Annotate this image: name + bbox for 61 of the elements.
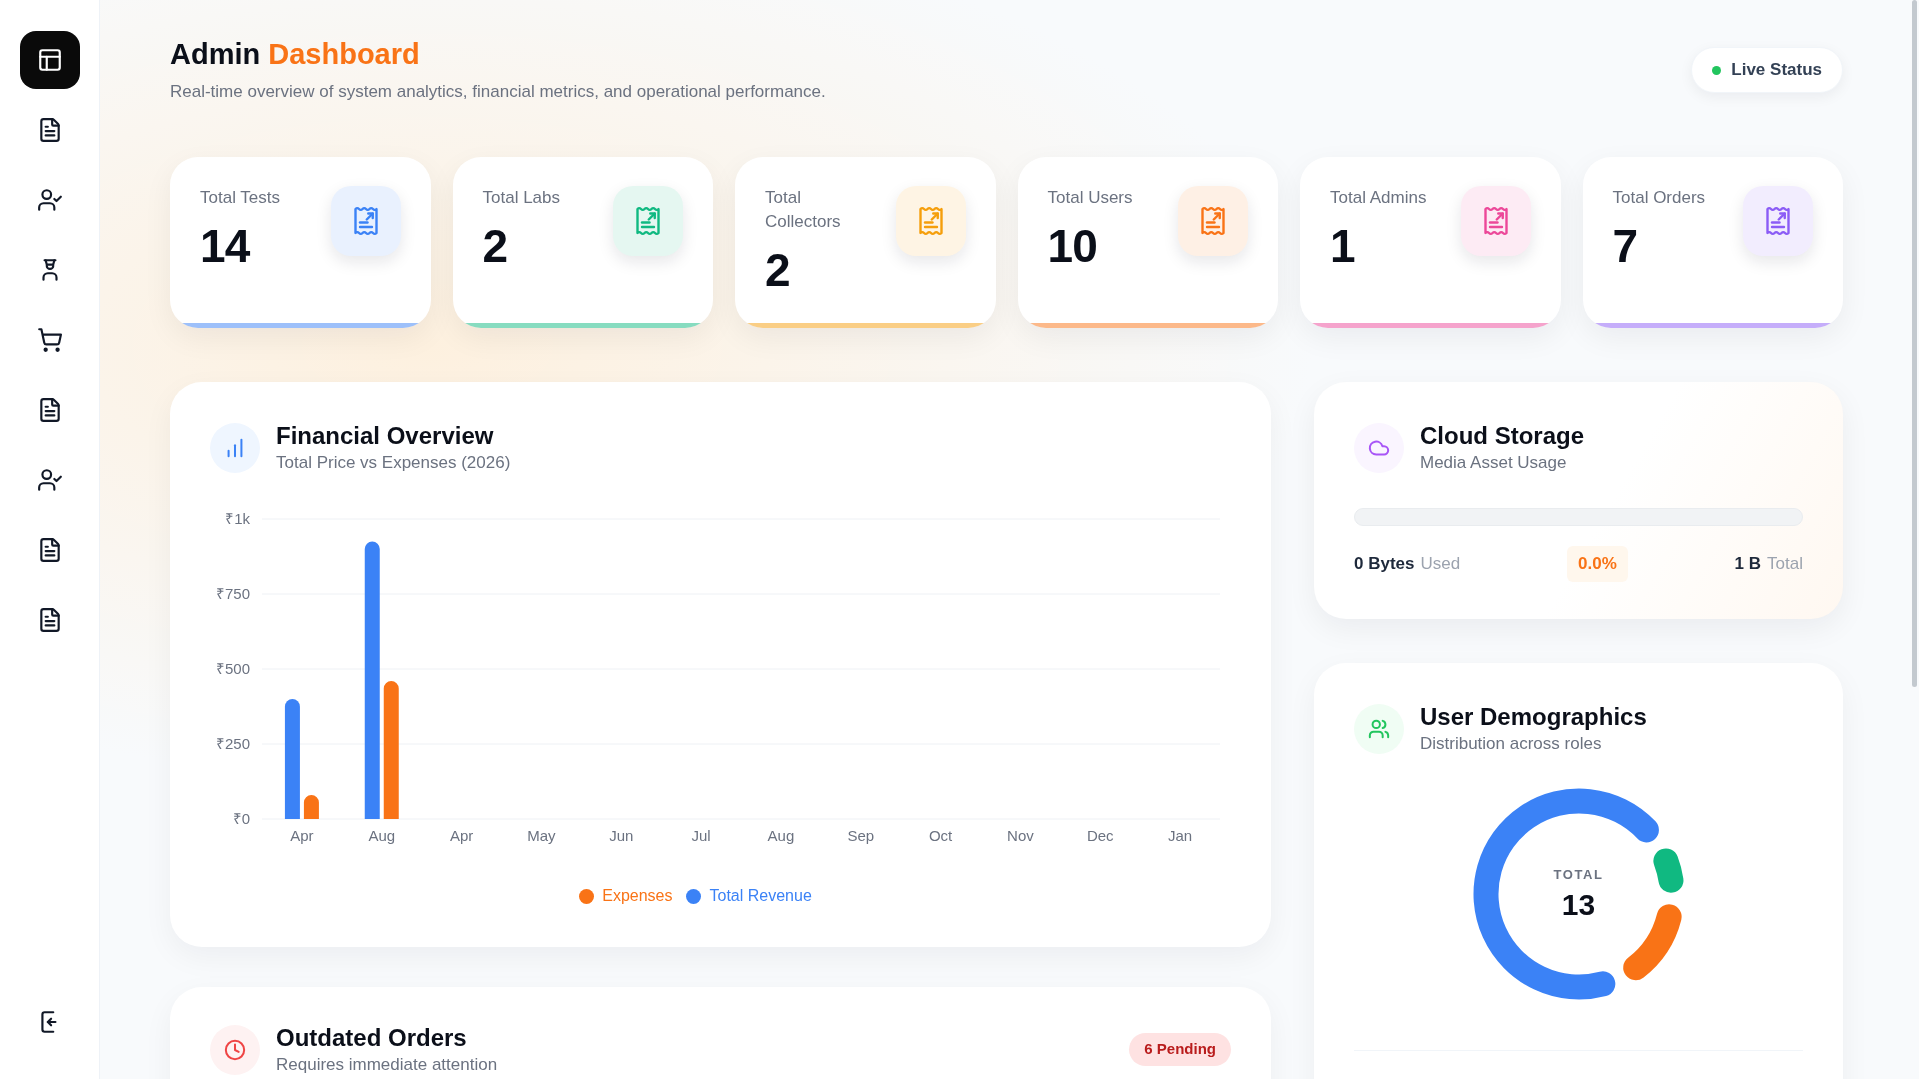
- y-axis-label: ₹500: [215, 660, 250, 677]
- stat-value: 10: [1047, 222, 1098, 270]
- stat-label: Total Labs: [482, 187, 560, 209]
- stat-label: Total Collectors: [765, 187, 842, 233]
- bar-chart-icon: [210, 423, 260, 473]
- cloud-icon: [1354, 423, 1404, 473]
- card-title: Cloud Storage: [1420, 421, 1584, 451]
- storage-total-value: 1 B: [1734, 553, 1762, 575]
- x-axis-label: Jul: [691, 827, 711, 844]
- card-title: Financial Overview: [276, 421, 495, 451]
- storage-used-value: 0 Bytes: [1354, 553, 1415, 575]
- card-title: Outdated Orders: [276, 1023, 468, 1053]
- stat-value: 1: [1330, 222, 1356, 270]
- card-subtitle: Media Asset Usage: [1420, 452, 1568, 474]
- x-axis-label: May: [527, 827, 556, 844]
- stat-label: Total Tests: [200, 187, 280, 209]
- x-axis-label: Aug: [368, 827, 396, 844]
- usage-percentage: 0.0%: [1567, 546, 1628, 582]
- x-axis-label: Apr: [290, 827, 314, 844]
- stat-value: 14: [200, 222, 251, 270]
- donut-center-value: 13: [1561, 888, 1596, 921]
- legend-label: Expenses: [602, 886, 673, 906]
- legend-label: Total Revenue: [709, 886, 812, 906]
- card-title: User Demographics: [1420, 701, 1647, 732]
- card-subtitle: Total Price vs Expenses (2026): [276, 452, 511, 474]
- y-axis-label: ₹250: [215, 735, 250, 752]
- users-icon: [1354, 703, 1404, 754]
- stat-label: Total Admins: [1330, 187, 1427, 209]
- stat-value: 7: [1612, 222, 1639, 270]
- stat-value: 2: [765, 246, 791, 294]
- x-axis-label: Oct: [928, 827, 953, 844]
- x-axis-label: Aug: [767, 827, 795, 844]
- card-subtitle: Distribution across roles: [1420, 732, 1603, 755]
- stat-label: Total Users: [1047, 187, 1133, 209]
- clock-icon: [210, 1025, 260, 1075]
- layout-icon: [36, 47, 63, 73]
- status-label: Live Status: [1731, 59, 1822, 82]
- user-check-icon: [36, 187, 63, 213]
- x-axis-label: Apr: [449, 827, 474, 844]
- chart-bar: [303, 795, 319, 819]
- x-axis-label: Jun: [609, 827, 634, 844]
- x-axis-label: Sep: [847, 827, 875, 844]
- card-subtitle: Requires immediate attention: [276, 1054, 498, 1076]
- storage-total-label: Total: [1767, 553, 1803, 575]
- page-title: Admin Dashboard: [170, 37, 421, 72]
- user-check-icon: [36, 467, 63, 493]
- x-axis-label: Jan: [1168, 827, 1193, 844]
- pending-badge: 6 Pending: [1129, 1033, 1231, 1066]
- y-axis-label: ₹0: [232, 810, 250, 827]
- cart-icon: [36, 327, 63, 353]
- x-axis-label: Dec: [1086, 827, 1114, 844]
- page-subtitle: Real-time overview of system analytics, financial metrics, and operational performance.: [170, 81, 826, 103]
- stat-label: Total Orders: [1612, 187, 1706, 209]
- sidebar-item[interactable]: [19, 31, 80, 89]
- stat-value: 2: [482, 222, 509, 270]
- y-axis-label: ₹1k: [225, 510, 250, 527]
- storage-used-label: Used: [1420, 553, 1461, 575]
- scrollbar-thumb[interactable]: [1912, 0, 1917, 687]
- y-axis-label: ₹750: [215, 585, 250, 602]
- x-axis-label: Nov: [1007, 827, 1034, 844]
- donut-center-label: TOTAL: [1553, 866, 1604, 883]
